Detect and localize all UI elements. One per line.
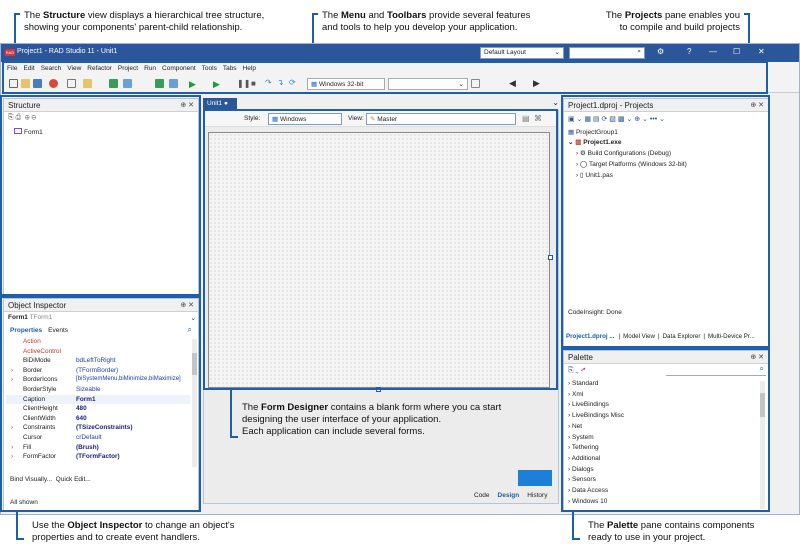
menu-callout: The Menu and Toolbars provide several fe…: [322, 10, 531, 33]
palette-highlight: [561, 348, 770, 512]
palette-callout: The Palette pane contains components read…: [588, 520, 755, 543]
tab-design[interactable]: Design: [498, 492, 520, 499]
layout-dropdown[interactable]: Default Layout ⌄: [480, 47, 564, 59]
bottom-tabs: Code Design History: [474, 492, 547, 499]
object-inspector-bracket-foot: [16, 526, 24, 540]
ide-search-input[interactable]: ⌕: [569, 47, 645, 59]
help-button[interactable]: ?: [687, 47, 691, 56]
close-button[interactable]: ✕: [758, 47, 765, 56]
chevron-down-icon[interactable]: ⌄: [552, 98, 559, 107]
chevron-down-icon: ⌄: [554, 49, 560, 56]
projects-callout: The Projects pane enables you to compile …: [605, 10, 740, 33]
title-bar: RAD Project1 - RAD Studio 11 - Unit1 Def…: [1, 44, 799, 62]
palette-bracket-foot: [572, 526, 580, 540]
projects-highlight: [561, 95, 770, 348]
form-designer-highlight: [203, 109, 558, 390]
tab-history[interactable]: History: [527, 492, 547, 499]
rad-logo-icon: RAD: [5, 49, 15, 56]
structure-callout: The Structure view displays a hierarchic…: [24, 10, 265, 33]
structure-bracket-stem: [14, 30, 16, 43]
object-inspector-callout: Use the Object Inspector to change an ob…: [32, 520, 235, 543]
tab-code[interactable]: Code: [474, 492, 490, 499]
maximize-button[interactable]: ☐: [733, 47, 740, 56]
menu-toolbar-highlight: [2, 61, 768, 94]
window-title: Project1 - RAD Studio 11 - Unit1: [17, 48, 118, 55]
minimize-button[interactable]: —: [709, 47, 717, 56]
device-preview-icon[interactable]: [518, 470, 552, 486]
search-icon: ⌕: [637, 48, 641, 55]
object-inspector-highlight: [0, 296, 201, 512]
structure-highlight: [0, 95, 201, 296]
form-designer-bracket-foot: [230, 404, 238, 438]
form-designer-callout: The Form Designer contains a blank form …: [242, 402, 502, 437]
settings-icon[interactable]: ⚙: [657, 47, 664, 56]
